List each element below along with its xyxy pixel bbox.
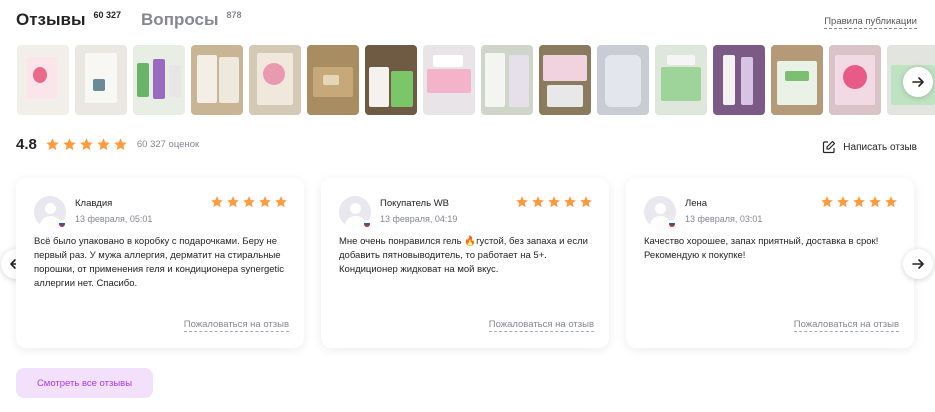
- review-stars: [515, 195, 593, 209]
- rating-stars: [45, 137, 128, 152]
- star-icon: [258, 195, 272, 209]
- star-icon: [274, 195, 288, 209]
- tab-questions-count: 878: [226, 10, 242, 20]
- star-icon: [884, 195, 898, 209]
- review-photo[interactable]: [539, 45, 591, 115]
- tab-reviews-count: 60 327: [93, 10, 122, 20]
- review-text: Всё было упаковано в коробку с подарочка…: [34, 236, 285, 289]
- see-all-reviews-button[interactable]: Смотреть все отзывы: [16, 368, 153, 398]
- reviewer-name: Покупатель WB: [380, 198, 449, 209]
- rating-count: 60 327 оценок: [136, 139, 200, 150]
- review-photo[interactable]: [191, 45, 243, 115]
- star-icon: [531, 195, 545, 209]
- review-text: Качество хорошее, запах приятный, достав…: [644, 236, 879, 261]
- tab-reviews-label: Отзывы: [16, 10, 86, 29]
- rating-summary: 4.8 60 327 оценок: [16, 136, 199, 153]
- star-icon: [210, 195, 224, 209]
- star-icon: [579, 195, 593, 209]
- review-stars: [820, 195, 898, 209]
- reviewer-name: Клавдия: [75, 198, 113, 209]
- tab-questions-label: Вопросы: [141, 10, 219, 29]
- star-icon: [242, 195, 256, 209]
- photos-next-button[interactable]: [903, 67, 933, 97]
- star-icon: [45, 137, 60, 152]
- tab-questions[interactable]: Вопросы 878: [141, 8, 241, 32]
- star-icon: [96, 137, 111, 152]
- report-review-link[interactable]: Пожаловаться на отзыв: [488, 319, 594, 332]
- review-date: 13 февраля, 04:19: [380, 214, 458, 224]
- review-date: 13 февраля, 03:01: [685, 214, 763, 224]
- review-date: 13 февраля, 05:01: [75, 214, 153, 224]
- russia-flag-icon: [363, 220, 371, 228]
- edit-icon: [823, 140, 836, 154]
- report-review-link[interactable]: Пожаловаться на отзыв: [183, 319, 289, 332]
- russia-flag-icon: [58, 220, 66, 228]
- russia-flag-icon: [668, 220, 676, 228]
- star-icon: [547, 195, 561, 209]
- review-photo[interactable]: [133, 45, 185, 115]
- arrow-right-icon: [912, 259, 924, 269]
- star-icon: [836, 195, 850, 209]
- review-photos-strip: [17, 45, 935, 115]
- star-icon: [563, 195, 577, 209]
- review-photo[interactable]: [17, 45, 69, 115]
- review-photo[interactable]: [771, 45, 823, 115]
- write-review-button[interactable]: Написать отзыв: [822, 140, 917, 154]
- publication-rules-link[interactable]: Правила публикации: [824, 16, 917, 29]
- tab-reviews[interactable]: Отзывы 60 327: [16, 8, 121, 32]
- star-icon: [852, 195, 866, 209]
- review-photo[interactable]: [75, 45, 127, 115]
- review-card: Покупатель WB 13 февраля, 04:19 Мне очен…: [321, 178, 609, 348]
- review-photo[interactable]: [249, 45, 301, 115]
- review-photo[interactable]: [655, 45, 707, 115]
- arrow-right-icon: [912, 77, 924, 87]
- review-card: Лена 13 февраля, 03:01 Качество хорошее,…: [626, 178, 914, 348]
- star-icon: [226, 195, 240, 209]
- review-photo[interactable]: [597, 45, 649, 115]
- review-photo[interactable]: [307, 45, 359, 115]
- write-review-label: Написать отзыв: [843, 141, 917, 153]
- review-photo[interactable]: [481, 45, 533, 115]
- reviewer-name: Лена: [685, 198, 708, 209]
- review-photo[interactable]: [713, 45, 765, 115]
- review-photo[interactable]: [423, 45, 475, 115]
- report-review-link[interactable]: Пожаловаться на отзыв: [793, 319, 899, 332]
- star-icon: [515, 195, 529, 209]
- star-icon: [79, 137, 94, 152]
- star-icon: [113, 137, 128, 152]
- reviews-next-button[interactable]: [903, 249, 933, 279]
- review-card: Клавдия 13 февраля, 05:01 Всё было упако…: [16, 178, 304, 348]
- review-text: Мне очень понравился гель 🔥густой, без з…: [339, 236, 588, 275]
- star-icon: [820, 195, 834, 209]
- review-tabs: Отзывы 60 327 Вопросы 878: [16, 8, 242, 34]
- review-photo[interactable]: [365, 45, 417, 115]
- review-stars: [210, 195, 288, 209]
- rating-value: 4.8: [16, 136, 37, 153]
- review-photo[interactable]: [829, 45, 881, 115]
- star-icon: [868, 195, 882, 209]
- star-icon: [62, 137, 77, 152]
